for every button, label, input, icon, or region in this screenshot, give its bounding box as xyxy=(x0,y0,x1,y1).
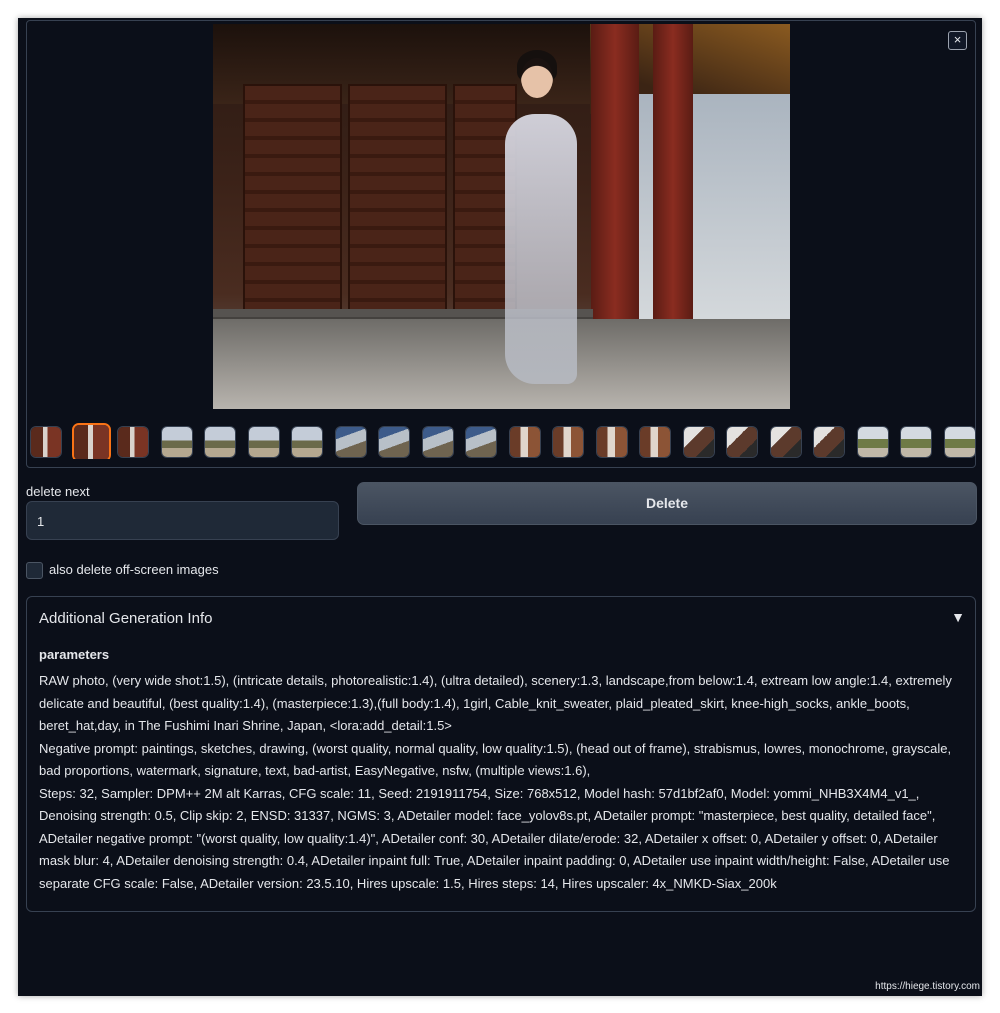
thumbnail-image xyxy=(73,425,109,459)
gallery-thumbnail[interactable] xyxy=(204,426,236,458)
generation-info-accordion: Additional Generation Info ▼ parameters … xyxy=(26,596,976,912)
thumbnail-image xyxy=(596,427,627,457)
thumbnail-image xyxy=(248,427,279,457)
gallery-thumbnail[interactable] xyxy=(247,426,280,458)
gallery-thumbnail[interactable] xyxy=(900,426,932,458)
gallery-thumbnail[interactable] xyxy=(726,426,758,458)
parameters-heading: parameters xyxy=(39,647,110,662)
settings-text: Steps: 32, Sampler: DPM++ 2M alt Karras,… xyxy=(39,785,950,891)
prompt-text: RAW photo, (very wide shot:1.5), (intric… xyxy=(39,673,952,733)
offscreen-checkbox[interactable] xyxy=(26,562,43,579)
thumbnail-image xyxy=(901,427,931,457)
gallery-thumbnail[interactable] xyxy=(595,426,628,458)
delete-next-input[interactable]: 1 xyxy=(26,501,339,540)
gallery-thumbnail[interactable] xyxy=(30,426,62,458)
image-pillar xyxy=(653,24,693,354)
gallery-thumbnail[interactable] xyxy=(639,426,671,458)
gallery-thumbnail[interactable] xyxy=(117,426,149,458)
image-gallery: × xyxy=(26,20,976,468)
thumbnail-image xyxy=(379,427,409,457)
gallery-thumbnail[interactable] xyxy=(552,426,584,458)
thumbnail-image xyxy=(944,427,975,457)
thumbnail-image xyxy=(814,427,844,457)
gallery-thumbnail[interactable] xyxy=(856,426,889,458)
thumbnail-image xyxy=(770,427,801,457)
offscreen-checkbox-label: also delete off-screen images xyxy=(49,562,219,577)
delete-button[interactable]: Delete xyxy=(357,482,977,525)
preview-image[interactable] xyxy=(213,24,790,409)
thumbnail-image xyxy=(118,427,148,457)
gallery-thumbnail[interactable] xyxy=(769,426,802,458)
thumbnail-image xyxy=(553,427,583,457)
thumbnail-image xyxy=(727,427,757,457)
thumbnail-image xyxy=(335,427,366,457)
gallery-thumbnail[interactable] xyxy=(334,426,367,458)
gallery-thumbnail[interactable] xyxy=(465,426,497,458)
gallery-thumbnail[interactable] xyxy=(291,426,323,458)
gallery-thumbnail[interactable] xyxy=(508,426,541,458)
image-browser-panel: × delete next 1 Delete also delete off-s… xyxy=(18,18,982,996)
thumbnail-image xyxy=(161,427,192,457)
gallery-thumbnail[interactable] xyxy=(943,426,975,458)
gallery-thumbnail[interactable] xyxy=(682,426,715,458)
thumbnail-image xyxy=(683,427,714,457)
image-figure xyxy=(495,44,587,399)
gallery-thumbnail[interactable] xyxy=(813,426,845,458)
negative-prompt-text: Negative prompt: paintings, sketches, dr… xyxy=(39,740,952,779)
gallery-thumbnail[interactable] xyxy=(160,426,193,458)
gallery-thumbnail[interactable] xyxy=(378,426,410,458)
thumbnail-image xyxy=(640,427,670,457)
parameters-text: RAW photo, (very wide shot:1.5), (intric… xyxy=(39,670,959,895)
figure-dress xyxy=(505,114,577,384)
gallery-thumbnail[interactable] xyxy=(421,426,454,458)
thumbnail-strip xyxy=(27,421,975,459)
delete-next-label: delete next xyxy=(26,484,90,499)
gallery-thumbnail[interactable] xyxy=(71,423,111,459)
watermark: https://hiege.tistory.com xyxy=(875,981,980,992)
close-icon: × xyxy=(953,32,962,47)
chevron-down-icon[interactable]: ▼ xyxy=(951,609,965,625)
thumbnail-image xyxy=(292,427,322,457)
image-pillar xyxy=(591,24,639,354)
thumbnail-image xyxy=(509,427,540,457)
figure-head xyxy=(521,58,553,98)
thumbnail-image xyxy=(31,427,61,457)
thumbnail-image xyxy=(466,427,496,457)
thumbnail-image xyxy=(422,427,453,457)
thumbnail-image xyxy=(857,427,888,457)
thumbnail-image xyxy=(205,427,235,457)
close-preview-button[interactable]: × xyxy=(948,31,967,50)
accordion-title[interactable]: Additional Generation Info xyxy=(39,610,212,627)
